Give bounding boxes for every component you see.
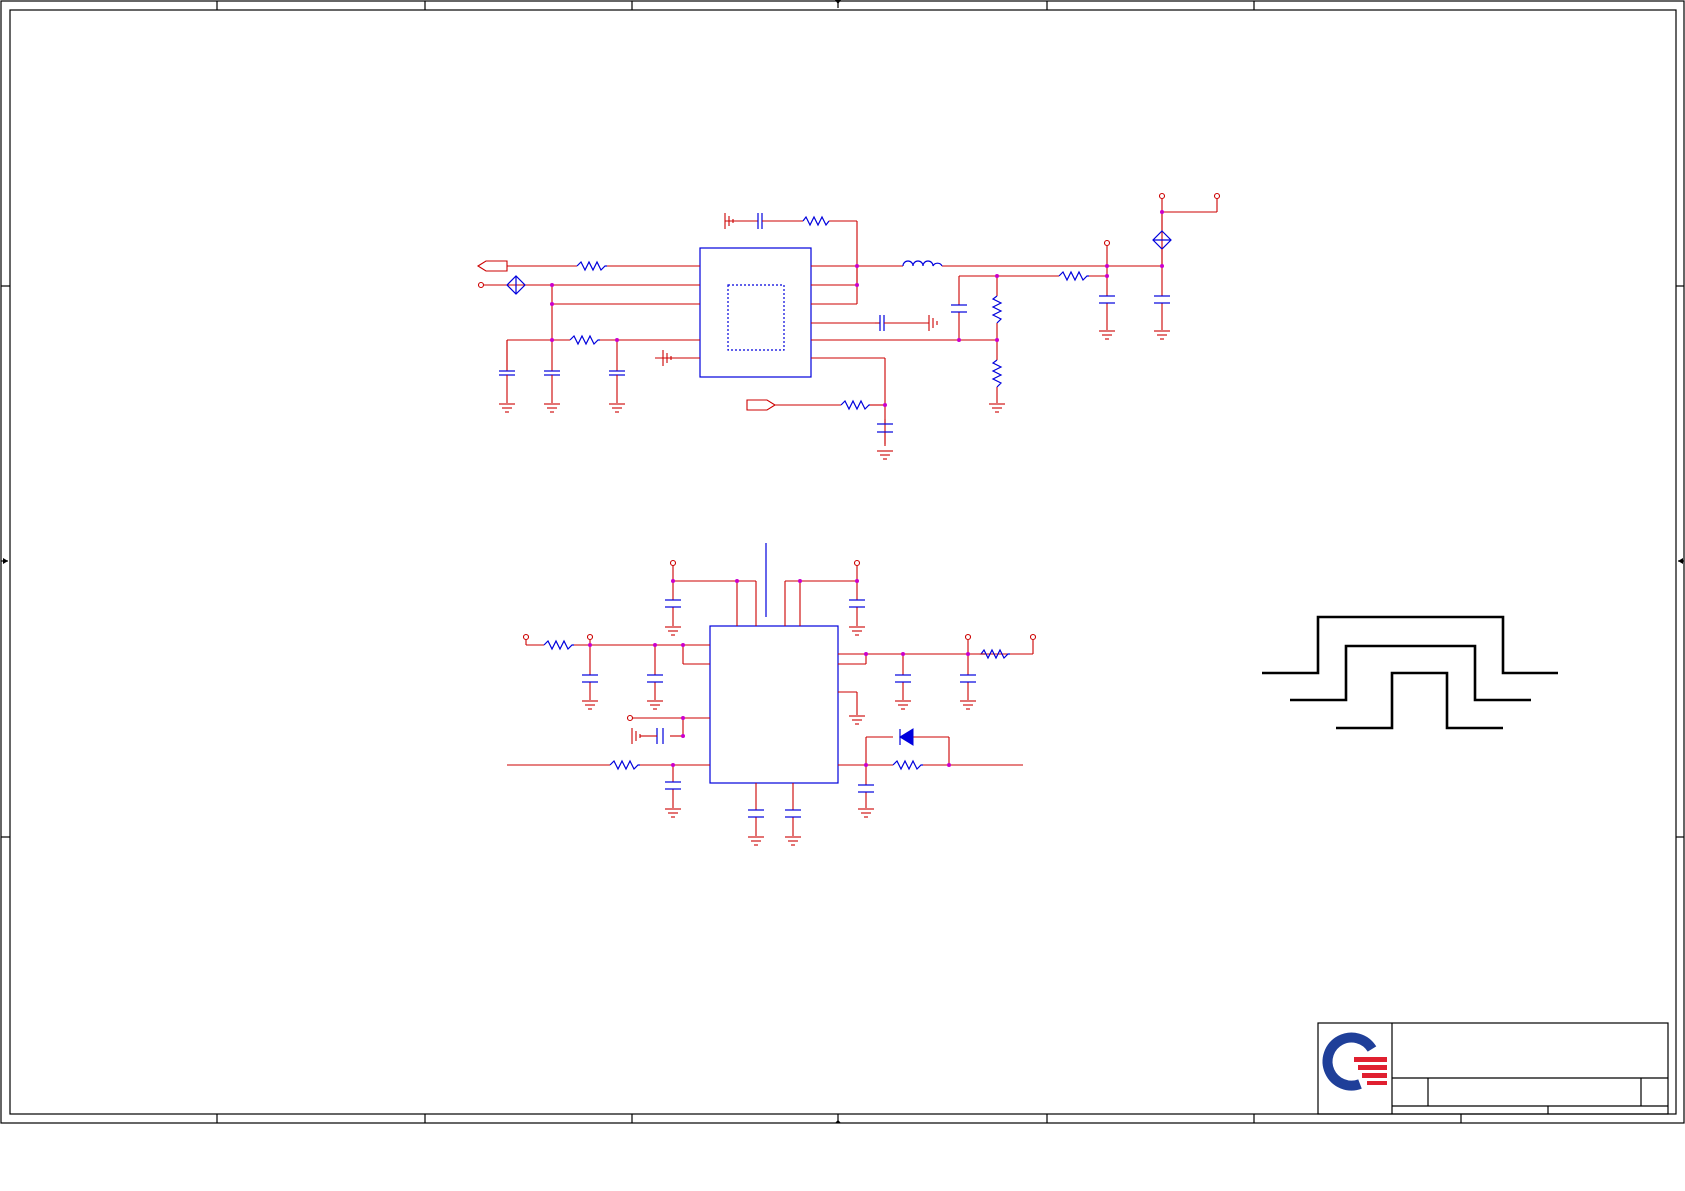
- company-logo: [1322, 1032, 1387, 1091]
- diode-d1: [899, 728, 914, 746]
- lower-ic-body: [709, 625, 839, 784]
- capacitor-c1: [499, 340, 515, 403]
- ground-symbol: [499, 350, 700, 413]
- resistor-r2: [569, 334, 600, 346]
- resistor-r1: [576, 260, 607, 272]
- resistor-r6: [840, 399, 870, 411]
- sheet-frame: [0, 0, 1685, 1124]
- inductor-l1: [902, 260, 943, 267]
- resistor-r4: [991, 359, 1003, 388]
- resistor-r3: [991, 295, 1003, 324]
- input-port-arrow: [476, 260, 508, 272]
- resistor-r8: [609, 759, 640, 771]
- waveform-diagram: [1262, 615, 1558, 730]
- upper-ic-thermal-pad: [727, 284, 785, 351]
- title-block: [1317, 1022, 1669, 1123]
- schematic-sheet: [0, 0, 1685, 1124]
- power-pin: [522, 559, 1037, 722]
- capacitor-c4: [875, 315, 938, 331]
- top-rc-network: [724, 213, 858, 285]
- resistor-r5: [1058, 270, 1089, 282]
- resistor-r10: [892, 759, 923, 771]
- upper-circuit: [476, 192, 1221, 460]
- capacitor-c2: [544, 361, 560, 403]
- output-port-arrow: [746, 399, 777, 411]
- upper-ic-body: [699, 247, 812, 378]
- capacitor-c3: [609, 370, 625, 403]
- capacitor-c13: [631, 728, 664, 744]
- resistor-r7: [543, 639, 574, 651]
- capacitor-c5: [951, 304, 967, 313]
- lower-circuit: [507, 543, 1037, 846]
